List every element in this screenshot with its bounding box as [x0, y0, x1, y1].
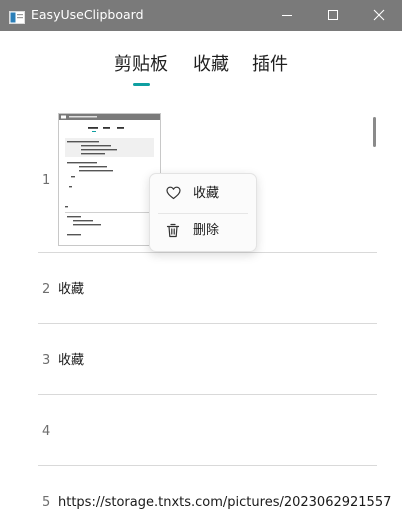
delete-menu-label: 删除 — [193, 223, 220, 238]
trash-icon — [166, 223, 180, 238]
app-icon — [9, 9, 25, 24]
list-item[interactable]: 2 收藏 — [38, 253, 377, 323]
vertical-scrollbar[interactable] — [373, 117, 376, 147]
heart-icon — [166, 186, 181, 200]
item-text: 收藏 — [58, 353, 85, 368]
tab-clipboard[interactable]: 剪贴板 — [114, 52, 168, 78]
item-text: 收藏 — [58, 282, 85, 297]
item-index: 4 — [42, 424, 51, 439]
window-title: EasyUseClipboard — [31, 7, 144, 22]
selected-tab-indicator — [133, 83, 150, 86]
item-index: 5 — [42, 495, 51, 510]
title-bar[interactable]: EasyUseClipboard — [0, 0, 402, 31]
minimize-button[interactable] — [264, 0, 310, 31]
list-item[interactable]: 4 — [38, 395, 377, 465]
maximize-icon — [328, 10, 338, 20]
context-menu: 收藏 删除 — [149, 173, 257, 252]
close-icon — [373, 9, 385, 21]
tab-favorites[interactable]: 收藏 — [193, 52, 229, 78]
close-button[interactable] — [356, 0, 402, 31]
minimize-icon — [282, 15, 292, 16]
tab-bar: 剪贴板 收藏 插件 — [0, 52, 402, 92]
item-index: 3 — [42, 353, 51, 368]
favorite-menu-item[interactable]: 收藏 — [150, 176, 256, 212]
list-item[interactable]: 5 https://storage.tnxts.com/pictures/202… — [38, 466, 402, 532]
item-index: 1 — [42, 173, 51, 188]
maximize-button[interactable] — [310, 0, 356, 31]
item-index: 2 — [42, 282, 51, 297]
tab-plugins[interactable]: 插件 — [252, 52, 288, 78]
delete-menu-item[interactable]: 删除 — [150, 213, 256, 249]
favorite-menu-label: 收藏 — [193, 186, 220, 201]
image-thumbnail[interactable] — [58, 113, 161, 246]
list-item[interactable]: 3 收藏 — [38, 324, 377, 394]
item-text: https://storage.tnxts.com/pictures/20230… — [58, 495, 392, 510]
